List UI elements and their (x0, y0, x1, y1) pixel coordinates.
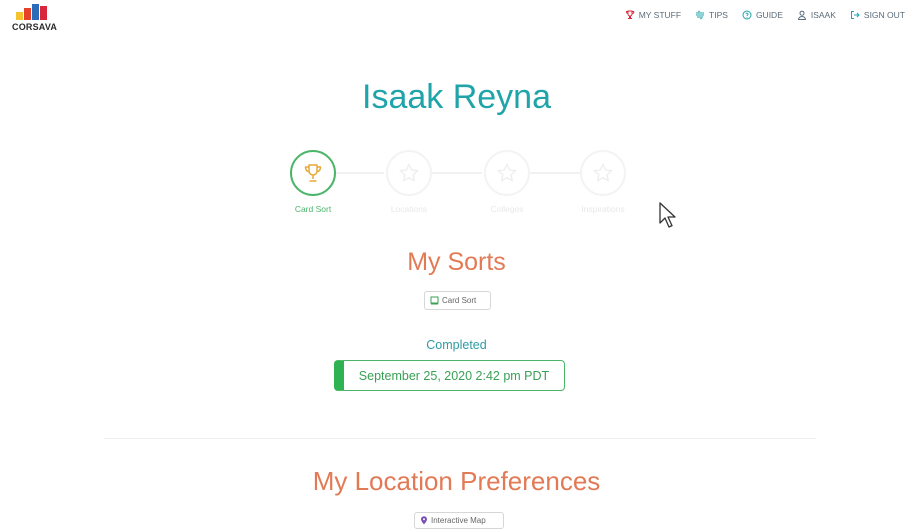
profile-name: Isaak Reyna (362, 78, 551, 116)
card-sort-tag-label: Card Sort (442, 296, 477, 305)
top-nav: MY STUFF TIPS GUIDE ISAAK SIGN OUT (625, 10, 905, 20)
mouse-cursor-icon (659, 202, 676, 228)
interactive-map-tag-label: Interactive Map (431, 516, 486, 525)
nav-label: ISAAK (810, 10, 836, 20)
nav-label: SIGN OUT (863, 10, 905, 20)
my-sorts-title: My Sorts (407, 248, 506, 276)
trophy-icon (625, 10, 634, 19)
trophy-icon (304, 164, 322, 182)
user-icon (797, 10, 806, 20)
step-colleges[interactable] (484, 150, 530, 196)
nav-user[interactable]: ISAAK (797, 10, 836, 20)
step-label-card-sort: Card Sort (294, 204, 332, 214)
nav-label: GUIDE (755, 10, 783, 20)
step-inspirations[interactable] (580, 150, 626, 196)
nav-label: MY STUFF (638, 10, 682, 20)
sign-out-icon (850, 11, 860, 19)
interactive-map-tag[interactable]: Interactive Map (414, 512, 504, 529)
progress-connector (432, 172, 482, 174)
corsava-logo[interactable]: CORSAVA (12, 4, 72, 34)
step-label-locations: Locations (390, 204, 428, 214)
logo-text: CORSAVA (12, 22, 58, 32)
nav-my-stuff[interactable]: MY STUFF (625, 10, 681, 20)
tablet-icon (430, 296, 439, 305)
map-pin-icon (421, 516, 427, 525)
step-card-sort[interactable] (290, 150, 336, 196)
nav-label: TIPS (709, 10, 728, 20)
star-icon (496, 162, 518, 182)
location-preferences-title: My Location Preferences (312, 466, 601, 496)
help-circle-icon (742, 10, 752, 20)
step-label-inspirations: Inspirations (581, 204, 625, 214)
star-icon (398, 162, 420, 182)
step-label-colleges: Colleges (490, 204, 524, 214)
completed-label: Completed (426, 338, 487, 352)
section-divider (104, 438, 816, 439)
completed-date: September 25, 2020 2:42 pm PDT (334, 360, 565, 391)
card-sort-tag[interactable]: Card Sort (424, 291, 491, 310)
star-icon (592, 162, 614, 182)
nav-guide[interactable]: GUIDE (742, 10, 783, 20)
nav-tips[interactable]: TIPS (695, 10, 728, 20)
tips-icon (696, 10, 705, 20)
progress-connector (530, 172, 580, 174)
nav-sign-out[interactable]: SIGN OUT (850, 10, 905, 20)
progress-connector (336, 172, 384, 174)
step-locations[interactable] (386, 150, 432, 196)
